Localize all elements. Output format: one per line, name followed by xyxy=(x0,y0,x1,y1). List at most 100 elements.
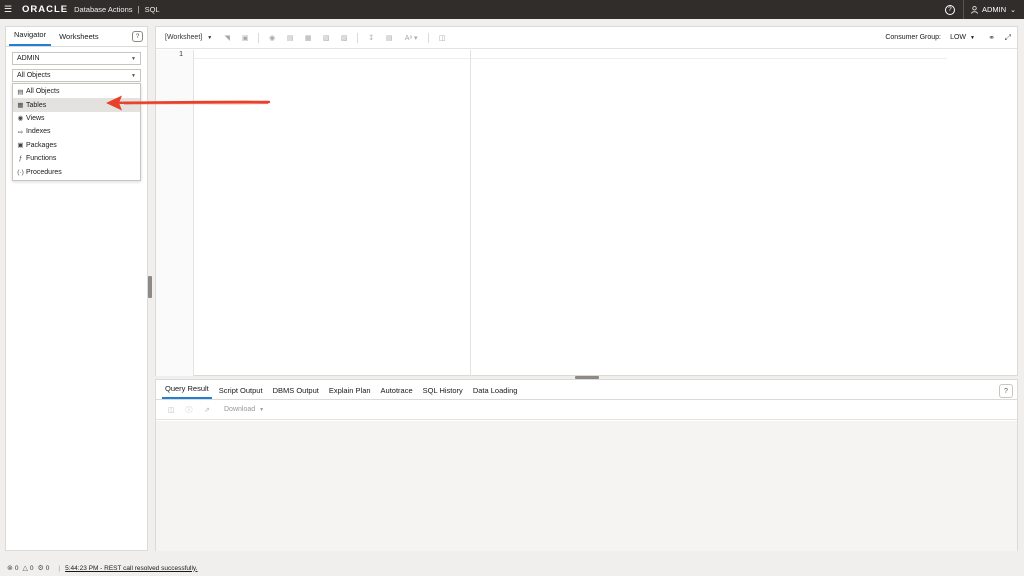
schema-select[interactable]: ADMIN ▼ xyxy=(12,52,141,65)
line-number-gutter xyxy=(156,50,194,376)
navigator-help-icon[interactable]: ? xyxy=(132,31,143,42)
dropdown-item-packages[interactable]: ▣ Packages xyxy=(13,139,140,152)
caret-down-icon: ▼ xyxy=(131,56,136,62)
warnings-status[interactable]: △ 0 xyxy=(23,564,34,573)
font-size-icon[interactable]: Aᵃ ▾ xyxy=(402,33,420,43)
tasks-status[interactable]: ⚙ 0 xyxy=(37,564,50,573)
user-icon xyxy=(971,5,978,14)
vertical-splitter-handle[interactable] xyxy=(148,276,152,298)
errors-count: 0 xyxy=(14,564,19,572)
editor-toolbar: [Worksheet] ▼ ◥ ▣ ◉ ▤ ▦ ▧ ▨ ↧ ▤ Aᵃ ▾ ◫ C… xyxy=(156,27,1017,49)
status-message[interactable]: 5:44:23 PM - REST call resolved successf… xyxy=(65,565,197,572)
status-divider: | xyxy=(58,564,61,572)
save-icon[interactable]: ▣ xyxy=(240,33,250,43)
results-panel: Query Result Script Output DBMS Output E… xyxy=(155,379,1018,551)
info-icon[interactable]: ⓘ xyxy=(184,405,194,415)
toolbar-divider xyxy=(428,32,430,43)
gear-icon: ⚙ xyxy=(37,565,44,572)
dropdown-item-all-objects[interactable]: ▤ All Objects xyxy=(13,85,140,98)
expand-icon[interactable]: ⤢ xyxy=(1005,33,1011,43)
download-label: Download xyxy=(224,406,256,413)
consumer-group-value: LOW xyxy=(950,34,967,41)
tab-script-output[interactable]: Script Output xyxy=(216,386,266,399)
worksheet-editor: [Worksheet] ▼ ◥ ▣ ◉ ▤ ▦ ▧ ▨ ↧ ▤ Aᵃ ▾ ◫ C… xyxy=(155,26,1018,376)
table-icon: ▦ xyxy=(17,102,24,110)
tab-data-loading[interactable]: Data Loading xyxy=(470,386,521,399)
schema-select-value: ADMIN xyxy=(17,55,40,62)
format-icon[interactable]: ▤ xyxy=(384,33,394,43)
toolbar-divider xyxy=(258,32,260,43)
procedure-icon: (·) xyxy=(17,168,24,176)
consumer-group-select[interactable]: LOW ▼ xyxy=(950,34,975,41)
print-margin xyxy=(470,50,471,376)
delete-icon[interactable]: ◫ xyxy=(166,405,176,415)
results-body xyxy=(156,421,1017,551)
dropdown-item-label: Tables xyxy=(26,101,47,109)
tab-query-result[interactable]: Query Result xyxy=(162,384,212,399)
caret-down-icon: ▼ xyxy=(207,34,213,41)
autotrace-icon[interactable]: ▧ xyxy=(321,33,331,43)
line-number: 1 xyxy=(179,51,183,58)
dropdown-item-views[interactable]: ◉ Views xyxy=(13,112,140,125)
dropdown-item-label: Functions xyxy=(26,155,57,163)
dropdown-item-label: Procedures xyxy=(26,168,62,176)
user-label: ADMIN xyxy=(981,5,1007,14)
tab-autotrace[interactable]: Autotrace xyxy=(378,386,416,399)
dropdown-item-label: Packages xyxy=(26,141,57,149)
explain-plan-icon[interactable]: ▦ xyxy=(303,33,313,43)
title-separator: | xyxy=(137,5,140,14)
warnings-count: 0 xyxy=(29,564,34,572)
hamburger-icon[interactable]: ☰ xyxy=(0,0,16,19)
status-bar: ⊗ 0 △ 0 ⚙ 0 | 5:44:23 PM - REST call res… xyxy=(0,560,1024,576)
oracle-logo: ORACLE xyxy=(22,4,69,15)
user-menu-button[interactable]: ADMIN ⌄ xyxy=(964,5,1024,14)
dropdown-item-functions[interactable]: ƒ Functions xyxy=(13,152,140,165)
run-statement-icon[interactable]: ◉ xyxy=(267,33,277,43)
dropdown-item-procedures[interactable]: (·) Procedures xyxy=(13,165,140,178)
app-name: Database Actions xyxy=(74,5,133,14)
tab-worksheets[interactable]: Worksheets xyxy=(54,32,103,46)
caret-down-icon: ▼ xyxy=(131,73,136,79)
navigator-tabs: Navigator Worksheets ? xyxy=(6,27,147,47)
dropdown-item-tables[interactable]: ▦ Tables xyxy=(13,98,140,112)
cancel-execution-icon[interactable]: ▨ xyxy=(339,33,349,43)
top-bar: ☰ ORACLE Database Actions | SQL ? ADMIN … xyxy=(0,0,1024,19)
help-icon[interactable]: ? xyxy=(944,4,955,15)
results-help-icon[interactable]: ? xyxy=(999,384,1013,398)
open-icon[interactable]: ◥ xyxy=(222,33,232,43)
tab-dbms-output[interactable]: DBMS Output xyxy=(270,386,322,399)
open-external-icon[interactable]: ⇗ xyxy=(202,405,212,415)
worksheet-select[interactable]: [Worksheet] ▼ xyxy=(165,34,212,41)
object-type-dropdown: ▤ All Objects ▦ Tables ◉ Views ⇨ Indexes… xyxy=(12,83,141,181)
eye-icon: ◉ xyxy=(17,115,24,123)
run-script-icon[interactable]: ▤ xyxy=(285,33,295,43)
tab-navigator[interactable]: Navigator xyxy=(9,30,52,46)
app-section: SQL xyxy=(144,5,160,14)
active-line[interactable] xyxy=(194,50,947,59)
caret-down-icon: ▼ xyxy=(970,35,975,41)
results-tabs: Query Result Script Output DBMS Output E… xyxy=(156,380,1017,400)
tab-explain-plan[interactable]: Explain Plan xyxy=(326,386,374,399)
toolbar-divider xyxy=(357,32,359,43)
tab-sql-history[interactable]: SQL History xyxy=(420,386,466,399)
download-menu-button[interactable]: Download ▼ xyxy=(224,406,264,413)
clear-icon[interactable]: ◫ xyxy=(437,33,447,43)
caret-down-icon: ▼ xyxy=(259,406,265,413)
object-type-select-value: All Objects xyxy=(17,72,51,79)
package-icon: ▣ xyxy=(17,142,24,150)
function-icon: ƒ xyxy=(18,155,23,163)
errors-status[interactable]: ⊗ 0 xyxy=(7,564,19,573)
document-icon: ▤ xyxy=(17,88,24,96)
error-icon: ⊗ xyxy=(7,565,13,572)
consumer-group-label: Consumer Group: xyxy=(885,34,941,41)
download-icon[interactable]: ↧ xyxy=(366,33,376,43)
results-toolbar: ◫ ⓘ ⇗ Download ▼ xyxy=(156,400,1017,420)
tasks-count: 0 xyxy=(45,564,50,572)
dropdown-item-label: All Objects xyxy=(26,88,60,96)
worksheet-select-label: [Worksheet] xyxy=(165,34,203,41)
object-type-select[interactable]: All Objects ▼ xyxy=(12,69,141,82)
dropdown-item-indexes[interactable]: ⇨ Indexes xyxy=(13,125,140,138)
dropdown-item-label: Indexes xyxy=(26,128,51,136)
binoculars-icon[interactable]: ⚭ xyxy=(988,33,995,42)
navigator-panel: Navigator Worksheets ? ADMIN ▼ All Objec… xyxy=(5,26,148,551)
